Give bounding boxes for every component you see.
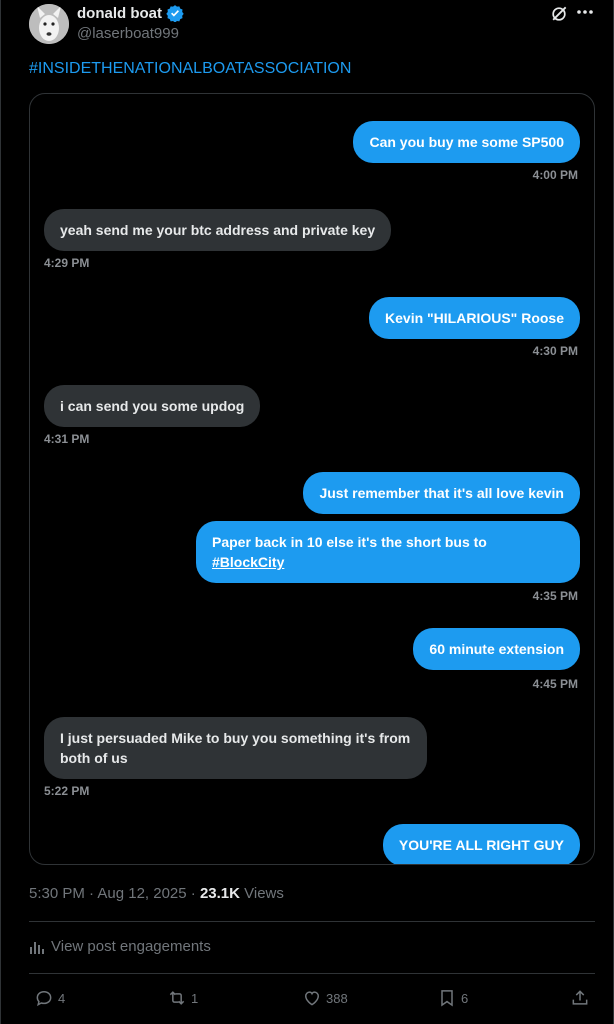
chat-message-received: yeah send me your btc address and privat… — [44, 209, 392, 251]
display-name[interactable]: donald boat — [77, 5, 162, 22]
chat-message-received: I just persuaded Mike to buy you somethi… — [44, 717, 427, 779]
author-name-row[interactable]: donald boat — [77, 4, 184, 22]
chat-message-sent: Just remember that it's all love kevin — [303, 472, 580, 514]
verified-badge-icon — [166, 5, 184, 22]
views-count: 23.1K — [199, 885, 240, 902]
view-engagements-link[interactable]: View post engagements — [29, 938, 211, 955]
views-label: Views — [239, 885, 284, 902]
author-handle[interactable]: @laserboat999 — [77, 25, 179, 42]
message-time: 4:00 PM — [532, 168, 578, 182]
like-count: 388 — [326, 990, 348, 1006]
repost-count: 1 — [191, 990, 199, 1006]
message-time: 4:30 PM — [532, 344, 578, 358]
bookmark-icon — [441, 990, 453, 1007]
avatar[interactable] — [29, 4, 69, 44]
grok-icon[interactable] — [549, 4, 569, 24]
like-button[interactable]: 388 — [302, 988, 348, 1008]
reply-button[interactable]: 4 — [34, 988, 65, 1008]
engagements-label: View post engagements — [51, 938, 211, 955]
post-hashtag[interactable]: #INSIDETHENATIONALBOATASSOCIATION — [29, 60, 351, 78]
analytics-icon — [30, 941, 44, 954]
chat-message-sent: 60 minute extension — [413, 628, 580, 670]
hashtag-link[interactable]: #BlockCity — [212, 554, 284, 570]
chat-message-sent: Paper back in 10 else it's the short bus… — [196, 521, 580, 583]
reply-icon — [36, 990, 52, 1007]
message-time: 4:35 PM — [532, 589, 578, 603]
message-time: 4:45 PM — [532, 677, 578, 691]
reply-count: 4 — [58, 990, 66, 1006]
message-text: Paper back in 10 else it's the short bus… — [212, 534, 487, 550]
message-time: 5:22 PM — [44, 784, 90, 798]
divider — [29, 973, 595, 974]
chat-message-sent: Can you buy me some SP500 — [353, 121, 580, 163]
post: donald boat @laserboat999 #INSIDETHENATI… — [0, 0, 614, 1024]
message-time: 4:31 PM — [44, 432, 90, 446]
share-icon — [572, 990, 588, 1005]
bookmark-button[interactable]: 6 — [437, 988, 468, 1008]
heart-icon — [304, 991, 320, 1006]
chat-screenshot[interactable]: Can you buy me some SP500 4:00 PM yeah s… — [29, 93, 595, 865]
divider — [29, 921, 595, 922]
message-time: 4:29 PM — [44, 256, 90, 270]
repost-button[interactable]: 1 — [167, 988, 198, 1008]
chat-message-received: i can send you some updog — [44, 385, 261, 427]
repost-icon — [169, 991, 185, 1005]
chat-message-sent: Kevin "HILARIOUS" Roose — [369, 297, 580, 339]
share-button[interactable] — [570, 988, 590, 1008]
chat-message-sent: YOU'RE ALL RIGHT GUY — [382, 824, 580, 864]
post-meta: 5:30 PM · Aug 12, 2025 · 23.1K Views — [29, 885, 284, 902]
bookmark-count: 6 — [461, 990, 469, 1006]
post-timestamp[interactable]: 5:30 PM · Aug 12, 2025 · — [29, 885, 200, 902]
more-icon[interactable] — [575, 2, 595, 22]
